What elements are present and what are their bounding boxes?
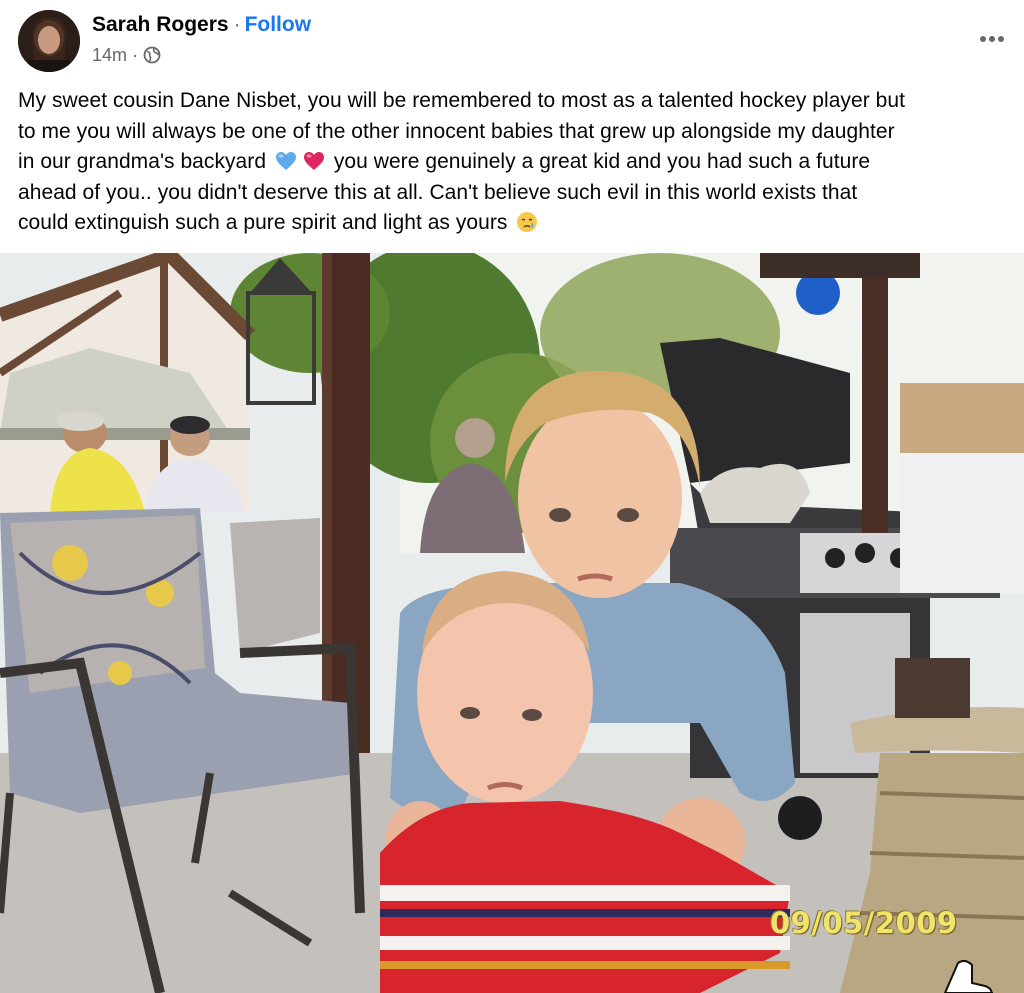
separator-dot: ·	[233, 13, 241, 36]
crying-face-icon	[517, 212, 538, 233]
photo-image	[0, 253, 1024, 993]
more-dot	[998, 36, 1004, 42]
more-options-icon[interactable]	[970, 24, 1014, 52]
more-dot	[980, 36, 986, 42]
globe-icon[interactable]	[143, 46, 161, 64]
post-text-line: ahead of you.. you didn't deserve this a…	[18, 180, 858, 204]
more-dot	[989, 36, 995, 42]
post-text-line: My sweet cousin Dane Nisbet, you will be…	[18, 89, 905, 112]
photo-date-stamp: 09/05/2009	[770, 906, 958, 940]
post-text-line: could extinguish such a pure spirit and …	[18, 211, 508, 235]
author-line: Sarah Rogers · Follow	[92, 12, 311, 38]
post-text-line: you were genuinely a great kid and you h…	[333, 150, 871, 174]
follow-button[interactable]: Follow	[245, 13, 312, 36]
avatar[interactable]	[18, 10, 80, 72]
post-header: Sarah Rogers · Follow 14m ·	[0, 0, 1024, 80]
post-message: My sweet cousin Dane Nisbet, you will be…	[18, 86, 1014, 239]
avatar-image	[18, 10, 80, 72]
red-heart-icon	[303, 152, 324, 171]
post-meta: 14m ·	[92, 44, 161, 66]
post-photo[interactable]: 09/05/2009	[0, 253, 1024, 993]
author-name[interactable]: Sarah Rogers	[92, 13, 229, 36]
post-text-line: to me you will always be one of the othe…	[18, 119, 895, 143]
meta-separator: ·	[132, 45, 139, 65]
post-timestamp[interactable]: 14m	[92, 44, 127, 66]
post-text-line: in our grandma's backyard	[18, 150, 267, 174]
blue-heart-icon	[275, 152, 296, 171]
